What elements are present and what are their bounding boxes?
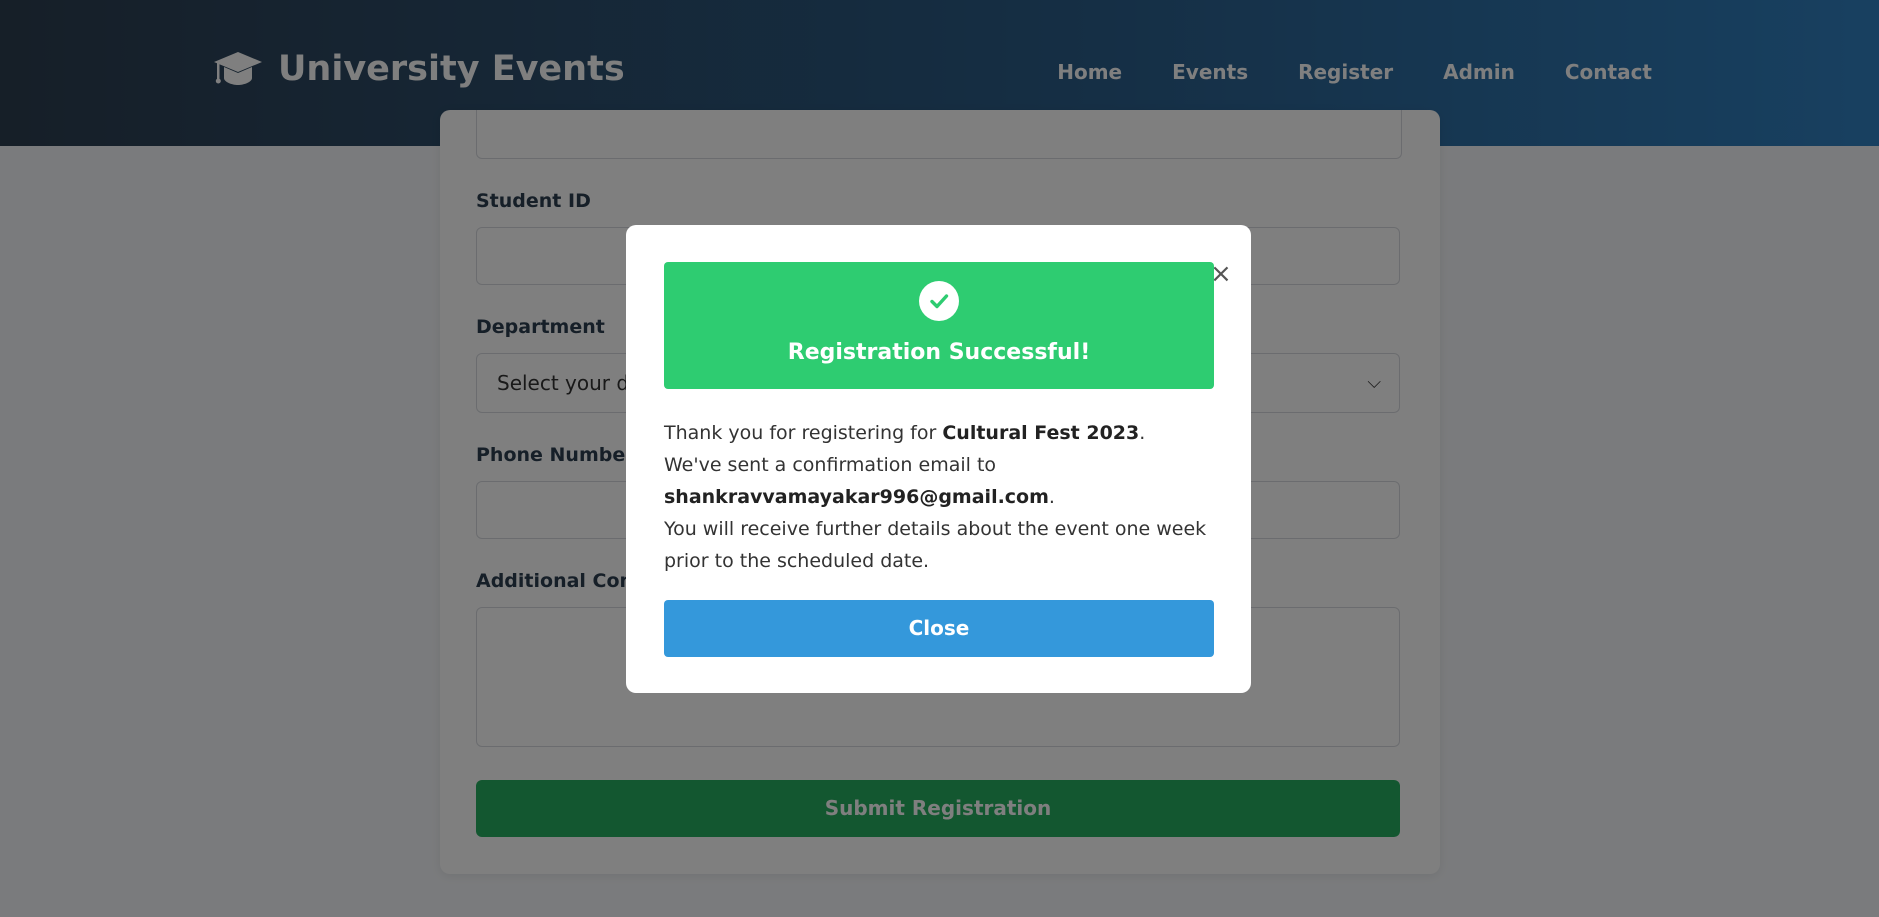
close-button[interactable]: Close [664,600,1214,657]
success-modal: × Registration Successful! Thank you for… [626,225,1251,693]
email-prefix: We've sent a confirmation email to [664,454,997,476]
modal-title: Registration Successful! [787,340,1091,365]
event-name: Cultural Fest 2023 [942,422,1140,444]
modal-message: Thank you for registering for Cultural F… [664,422,1207,572]
message-prefix: Thank you for registering for [664,422,943,444]
check-circle-icon [919,281,959,321]
confirmation-email: shankravvamayakar996@gmail.com [664,486,1049,508]
success-banner: Registration Successful! [664,262,1214,389]
details-text: You will receive further details about t… [664,518,1207,572]
